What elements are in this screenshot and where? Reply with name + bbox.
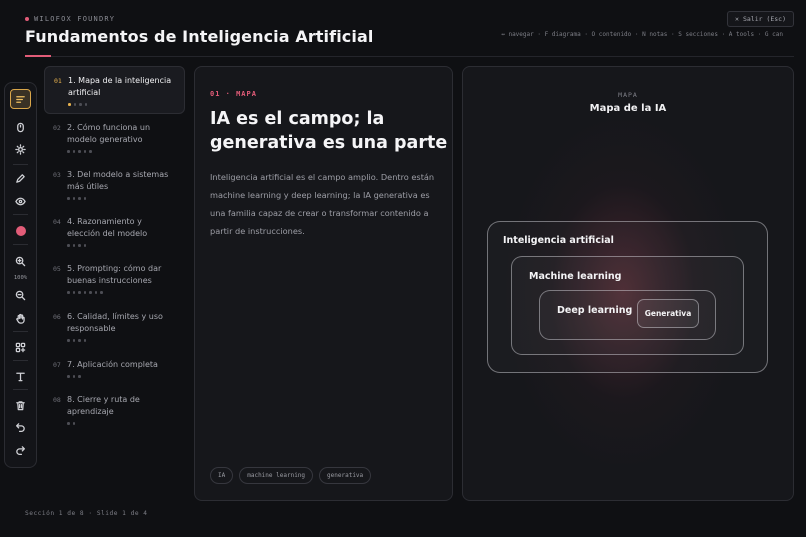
toolbar-divider	[13, 214, 28, 215]
color-swatch	[15, 226, 26, 236]
toolbar-divider	[13, 164, 28, 165]
slide-progress-dots	[67, 422, 177, 425]
section-label: 1. Mapa de la inteligencia artificial	[68, 76, 172, 97]
diagram-node-generativa[interactable]: Generativa	[637, 299, 699, 328]
section-label: 2. Cómo funciona un modelo generativo	[67, 123, 151, 144]
undo-button[interactable]	[10, 417, 31, 437]
toolbar-divider	[13, 244, 28, 245]
hand-icon	[16, 313, 25, 324]
undo-icon	[16, 422, 25, 432]
section-label: 4. Razonamiento y elección del modelo	[67, 217, 148, 238]
zoom-level: 100%	[13, 275, 28, 281]
menu-icon	[16, 95, 25, 103]
section-number: 08	[53, 395, 61, 404]
pointer-tool[interactable]	[10, 117, 31, 137]
diagram-title: Mapa de la IA	[589, 103, 667, 114]
color-picker[interactable]	[10, 221, 31, 241]
section-number: 01	[54, 76, 62, 85]
redo-icon	[16, 445, 25, 455]
tag-chip[interactable]: machine learning	[239, 467, 314, 484]
tag-chip[interactable]: IA	[210, 467, 234, 484]
nav-section-2[interactable]: 02 2. Cómo funciona un modelo generativo	[44, 114, 185, 153]
grid-icon	[15, 342, 26, 352]
diagram-panel: MAPA Mapa de la IA Inteligencia artifici…	[462, 66, 794, 501]
section-label: 7. Aplicación completa	[67, 360, 158, 369]
pencil-icon	[16, 173, 25, 183]
slide-progress-dots	[67, 339, 177, 342]
toolbar-divider	[13, 389, 28, 390]
mouse-icon	[17, 122, 24, 132]
slide-progress-dots	[68, 103, 176, 106]
tag-list: IA machine learning generativa	[210, 467, 372, 484]
nav-section-1[interactable]: 01 1. Mapa de la inteligencia artificial	[44, 66, 185, 114]
zoom-out-icon	[15, 290, 26, 300]
brand-name: WILOFOX FOUNDRY	[34, 15, 116, 23]
menu-button[interactable]	[10, 89, 31, 109]
tag-chip[interactable]: generativa	[319, 467, 372, 484]
slide-progress-dots	[67, 291, 177, 294]
redo-button[interactable]	[10, 440, 31, 460]
section-label: 8. Cierre y ruta de aprendizaje	[67, 395, 140, 416]
trash-icon	[16, 400, 25, 410]
zoom-out-button[interactable]	[10, 285, 31, 305]
highlight-tool[interactable]	[10, 191, 31, 211]
section-label: 5. Prompting: cómo dar buenas instruccio…	[67, 264, 162, 285]
toolbar-divider	[13, 331, 28, 332]
spotlight-tool[interactable]	[10, 139, 31, 159]
slide-content-panel: 01 · MAPA IA es el campo; la generativa …	[194, 66, 453, 501]
drawing-toolbar: 100%	[4, 82, 37, 468]
sun-icon	[15, 143, 26, 155]
layout-tool[interactable]	[10, 337, 31, 357]
clear-button[interactable]	[10, 395, 31, 415]
nav-section-3[interactable]: 03 3. Del modelo a sistemas más útiles	[44, 161, 185, 200]
diagram-node-label: Inteligencia artificial	[503, 235, 614, 246]
section-number: 06	[53, 312, 61, 321]
pan-tool[interactable]	[10, 308, 31, 328]
nav-section-5[interactable]: 05 5. Prompting: cómo dar buenas instrucc…	[44, 255, 185, 294]
nav-section-7[interactable]: 07 7. Aplicación completa	[44, 351, 185, 378]
section-number: 02	[53, 123, 61, 132]
section-number: 05	[53, 264, 61, 273]
slide-progress-dots	[67, 197, 177, 200]
slide-heading: IA es el campo; la generativa es una par…	[210, 109, 448, 153]
title-underline	[25, 55, 51, 57]
brand: WILOFOX FOUNDRY	[25, 15, 115, 23]
text-icon	[16, 372, 25, 381]
toolbar-divider	[13, 360, 28, 361]
section-number: 03	[53, 170, 61, 179]
exit-button[interactable]: ✕ Salir (Esc)	[727, 11, 794, 27]
text-tool[interactable]	[10, 366, 31, 386]
brand-dot-icon	[25, 17, 29, 21]
section-number: 04	[53, 217, 61, 226]
zoom-in-icon	[15, 256, 26, 266]
eye-icon	[15, 197, 26, 205]
keyboard-shortcuts-hint: ↔ navegar · F diagrama · O contenido · N…	[501, 31, 783, 38]
section-label: 6. Calidad, límites y uso responsable	[67, 312, 163, 333]
nav-section-4[interactable]: 04 4. Razonamiento y elección del modelo	[44, 208, 185, 247]
page-title: Fundamentos de Inteligencia Artificial	[25, 27, 374, 46]
zoom-in-button[interactable]	[10, 251, 31, 271]
diagram-node-label: Machine learning	[529, 271, 622, 282]
slide-body: Inteligencia artificial es el campo ampl…	[210, 172, 435, 236]
section-number: 07	[53, 360, 61, 369]
nav-section-8[interactable]: 08 8. Cierre y ruta de aprendizaje	[44, 386, 185, 425]
pen-tool[interactable]	[10, 168, 31, 188]
slide-progress-dots	[67, 244, 177, 247]
exit-label: Salir (Esc)	[742, 15, 786, 23]
slide-progress-dots	[67, 375, 177, 378]
header-divider	[25, 55, 794, 57]
section-label: 3. Del modelo a sistemas más útiles	[67, 170, 169, 191]
close-icon: ✕	[735, 15, 739, 23]
progress-status: Sección 1 de 8 · Slide 1 de 4	[25, 510, 148, 517]
diagram-node-label: Deep learning	[557, 305, 633, 316]
diagram-kicker: MAPA	[618, 91, 638, 99]
nav-section-6[interactable]: 06 6. Calidad, límites y uso responsable	[44, 303, 185, 342]
slide-progress-dots	[67, 150, 177, 153]
slide-kicker: 01 · MAPA	[210, 90, 257, 98]
diagram-node-label: Generativa	[644, 309, 692, 318]
